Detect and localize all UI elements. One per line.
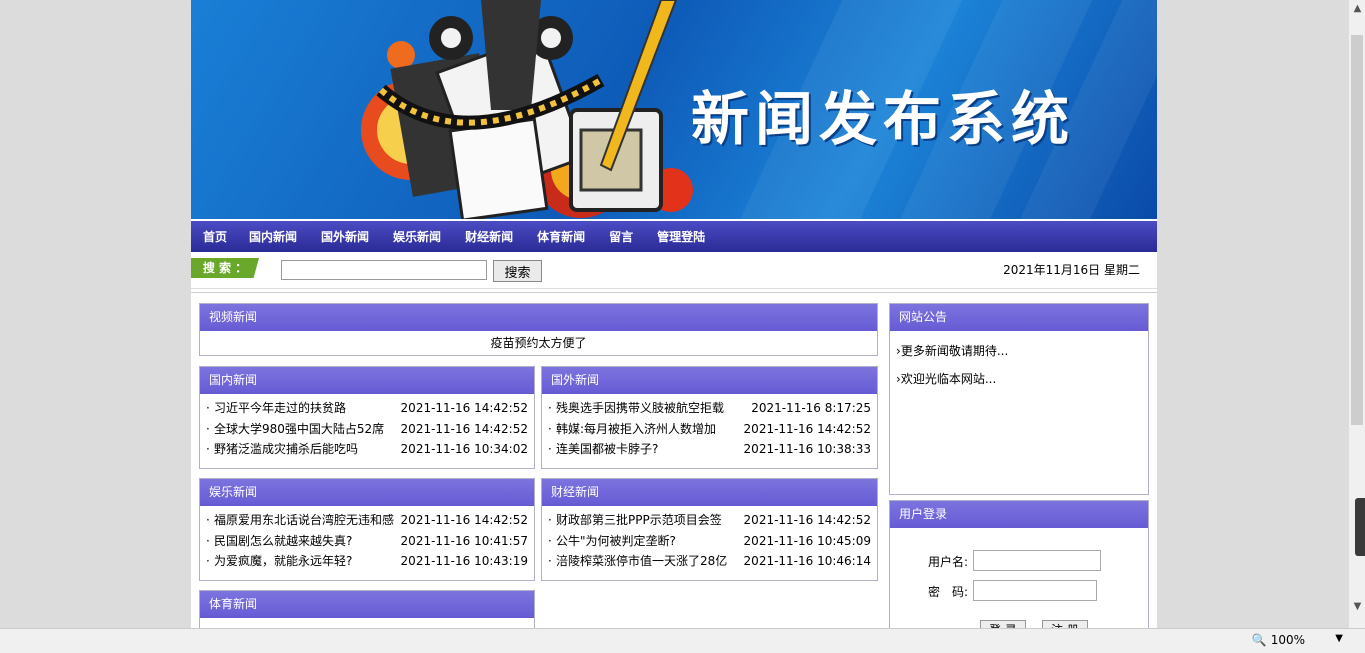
nav-finance[interactable]: 财经新闻 xyxy=(465,221,513,254)
finance-news-box: 财经新闻 · 财政部第三批PPP示范项目会签 2021-11-16 14:42:52… xyxy=(541,478,878,581)
search-bar: 搜 索 ： 搜索 2021年11月16日 星期二 xyxy=(191,252,1157,289)
news-item[interactable]: · 民国剧怎么就越来越失真? 2021-11-16 10:41:57 xyxy=(200,531,534,552)
page: 新闻发布系统 首页 国内新闻 国外新闻 娱乐新闻 财经新闻 体育新闻 留言 管理… xyxy=(191,0,1157,628)
news-item[interactable]: · 公牛"为何被判定垄断? 2021-11-16 10:45:09 xyxy=(542,531,877,552)
register-button[interactable]: 注 册 xyxy=(1042,620,1088,628)
nav-foreign[interactable]: 国外新闻 xyxy=(321,221,369,254)
entertainment-news-header: 娱乐新闻 xyxy=(200,479,534,506)
nav-entertainment[interactable]: 娱乐新闻 xyxy=(393,221,441,254)
sports-news-header: 体育新闻 xyxy=(200,591,534,618)
search-label: 搜 索 ： xyxy=(191,258,259,278)
side-panel-handle[interactable] xyxy=(1355,498,1365,556)
banner: 新闻发布系统 xyxy=(191,0,1157,219)
news-item[interactable]: · 习近平今年走过的扶贫路 2021-11-16 14:42:52 xyxy=(200,398,534,419)
content-area: 视频新闻 疫苗预约太方便了 国内新闻 · 习近平今年走过的扶贫路 2021-11-1… xyxy=(191,292,1157,628)
scroll-down-icon[interactable]: ▼ xyxy=(1349,598,1365,615)
scrollbar-thumb[interactable] xyxy=(1351,35,1363,425)
news-item[interactable]: · 福原爱用东北话说台湾腔无违和感 2021-11-16 14:42:52 xyxy=(200,510,534,531)
password-row: 密 码: xyxy=(928,580,1097,601)
notice-header: 网站公告 xyxy=(890,304,1148,331)
news-item[interactable]: · 野猪泛滥成灾捕杀后能吃吗 2021-11-16 10:34:02 xyxy=(200,439,534,460)
username-label: 用户名: xyxy=(928,555,969,569)
site-title: 新闻发布系统 xyxy=(691,85,1076,153)
zoom-level[interactable]: 🔍 100% xyxy=(1252,633,1305,647)
news-item[interactable]: · 连美国都被卡脖子? 2021-11-16 10:38:33 xyxy=(542,439,877,460)
current-date: 2021年11月16日 星期二 xyxy=(1003,263,1140,277)
notice-box: 网站公告 ›更多新闻敬请期待... ›欢迎光临本网站... xyxy=(889,303,1149,495)
news-item[interactable]: · 全球大学980强中国大陆占52席 2021-11-16 14:42:52 xyxy=(200,419,534,440)
notice-item[interactable]: ›欢迎光临本网站... xyxy=(896,369,1148,397)
notice-item[interactable]: ›更多新闻敬请期待... xyxy=(896,341,1148,369)
nav-domestic[interactable]: 国内新闻 xyxy=(249,221,297,254)
news-item[interactable]: · 韩媒:每月被拒入济州人数增加 2021-11-16 14:42:52 xyxy=(542,419,877,440)
nav-home[interactable]: 首页 xyxy=(203,221,227,254)
chevron-down-icon[interactable]: ▼ xyxy=(1335,633,1343,644)
username-input[interactable] xyxy=(973,550,1101,571)
login-button[interactable]: 登 录 xyxy=(980,620,1026,628)
password-input[interactable] xyxy=(973,580,1097,601)
scroll-up-icon[interactable]: ▲ xyxy=(1349,0,1365,17)
finance-news-header: 财经新闻 xyxy=(542,479,877,506)
video-news-header: 视频新闻 xyxy=(200,304,877,331)
domestic-news-header: 国内新闻 xyxy=(200,367,534,394)
search-button[interactable]: 搜索 xyxy=(493,260,542,282)
nav-admin-login[interactable]: 管理登陆 xyxy=(657,221,705,254)
sports-news-box: 体育新闻 xyxy=(199,590,535,628)
foreign-news-box: 国外新闻 · 残奥选手因携带义肢被航空拒载 2021-11-16 8:17:25 ·… xyxy=(541,366,878,469)
nav-message[interactable]: 留言 xyxy=(609,221,633,254)
video-news-item[interactable]: 疫苗预约太方便了 xyxy=(200,331,877,355)
search-input[interactable] xyxy=(281,260,487,280)
password-label: 密 码: xyxy=(928,585,969,599)
news-item[interactable]: · 残奥选手因携带义肢被航空拒载 2021-11-16 8:17:25 xyxy=(542,398,877,419)
nav-sports[interactable]: 体育新闻 xyxy=(537,221,585,254)
login-box: 用户登录 用户名: 密 码: 登 录 注 册 xyxy=(889,500,1149,628)
login-header: 用户登录 xyxy=(890,501,1148,528)
browser-status-bar: 🔍 100% ▼ xyxy=(0,628,1365,653)
entertainment-news-box: 娱乐新闻 · 福原爱用东北话说台湾腔无违和感 2021-11-16 14:42:52… xyxy=(199,478,535,581)
news-item[interactable]: · 涪陵榨菜涨停市值一天涨了28亿 2021-11-16 10:46:14 xyxy=(542,551,877,572)
news-item[interactable]: · 财政部第三批PPP示范项目会签 2021-11-16 14:42:52 xyxy=(542,510,877,531)
news-item[interactable]: · 为爱疯魔，就能永远年轻? 2021-11-16 10:43:19 xyxy=(200,551,534,572)
username-row: 用户名: xyxy=(928,550,1101,571)
video-news-box: 视频新闻 疫苗预约太方便了 xyxy=(199,303,878,356)
main-nav: 首页 国内新闻 国外新闻 娱乐新闻 财经新闻 体育新闻 留言 管理登陆 xyxy=(191,221,1157,252)
domestic-news-box: 国内新闻 · 习近平今年走过的扶贫路 2021-11-16 14:42:52 · 全球… xyxy=(199,366,535,469)
zoom-icon: 🔍 xyxy=(1251,633,1267,647)
foreign-news-header: 国外新闻 xyxy=(542,367,877,394)
